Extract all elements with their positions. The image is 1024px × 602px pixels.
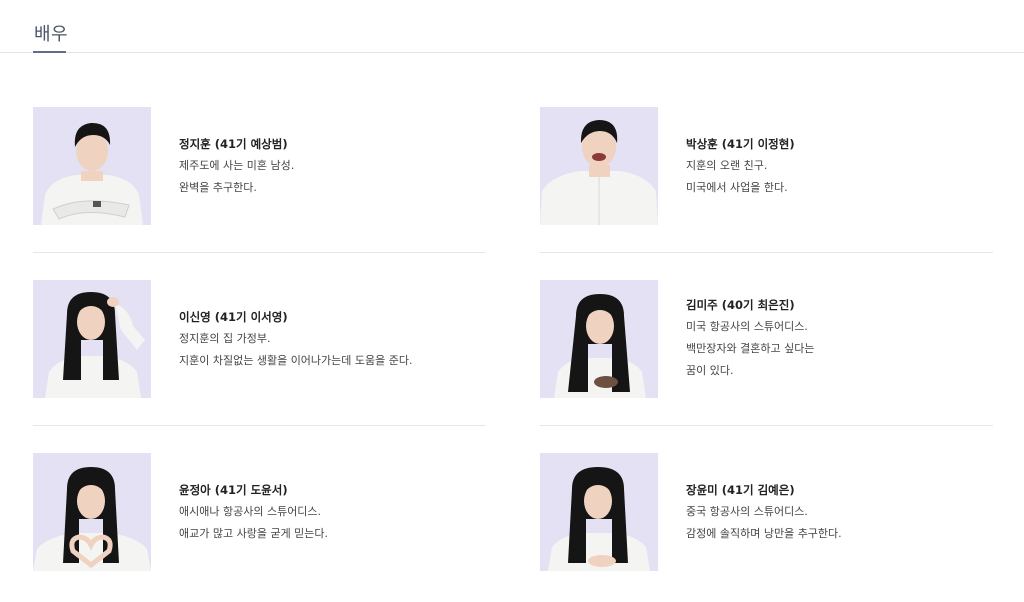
- actor-info: 정지훈 (41기 예상범) 제주도에 사는 미혼 남성. 완벽을 추구한다.: [179, 133, 479, 199]
- section-title: 배우: [34, 24, 69, 45]
- actor-card: 이신영 (41기 이서영) 정지훈의 집 가정부. 지훈이 차질없는 생활을 이…: [33, 280, 486, 398]
- row-divider: [33, 252, 486, 253]
- actor-photo: [540, 280, 658, 398]
- actor-photo: [540, 107, 658, 225]
- row-divider: [540, 425, 993, 426]
- actor-card: 박상훈 (41기 이정현) 지훈의 오랜 친구. 미국에서 사업을 한다.: [540, 107, 993, 225]
- actor-info: 김미주 (40기 최은진) 미국 항공사의 스튜어디스. 백만장자와 결혼하고 …: [686, 294, 986, 382]
- actor-card: 정지훈 (41기 예상범) 제주도에 사는 미혼 남성. 완벽을 추구한다.: [33, 107, 486, 225]
- actor-name: 이신영 (41기 이서영): [179, 310, 288, 324]
- actor-card: 윤정아 (41기 도윤서) 애시애나 항공사의 스튜어디스. 애교가 많고 사랑…: [33, 453, 486, 571]
- actor-description-line: 지훈의 오랜 친구.: [686, 159, 768, 172]
- actor-name: 장윤미 (41기 김예은): [686, 483, 795, 497]
- actor-photo: [33, 107, 151, 225]
- section-header: 배우: [0, 0, 1024, 53]
- actor-name: 정지훈 (41기 예상범): [179, 137, 288, 151]
- actor-description-line: 애시애나 항공사의 스튜어디스.: [179, 505, 322, 518]
- actor-photo: [33, 453, 151, 571]
- actor-description-line: 꿈이 있다.: [686, 364, 734, 377]
- row-divider: [540, 252, 993, 253]
- actor-card: 장윤미 (41기 김예은) 중국 항공사의 스튜어디스. 감정에 솔직하며 낭만…: [540, 453, 993, 571]
- actor-description-line: 애교가 많고 사랑을 굳게 믿는다.: [179, 527, 329, 540]
- actor-description-line: 완벽을 추구한다.: [179, 181, 257, 194]
- actor-info: 윤정아 (41기 도윤서) 애시애나 항공사의 스튜어디스. 애교가 많고 사랑…: [179, 479, 479, 545]
- actor-photo: [540, 453, 658, 571]
- actor-description-line: 지훈이 차질없는 생활을 이어나가는데 도움을 준다.: [179, 354, 413, 367]
- actor-photo: [33, 280, 151, 398]
- title-underline: [33, 51, 66, 53]
- actor-description-line: 제주도에 사는 미혼 남성.: [179, 159, 295, 172]
- actor-description-line: 미국에서 사업을 한다.: [686, 181, 788, 194]
- actor-name: 박상훈 (41기 이정현): [686, 137, 795, 151]
- actor-card: 김미주 (40기 최은진) 미국 항공사의 스튜어디스. 백만장자와 결혼하고 …: [540, 280, 993, 398]
- actor-description-line: 감정에 솔직하며 낭만을 추구한다.: [686, 527, 842, 540]
- actor-info: 박상훈 (41기 이정현) 지훈의 오랜 친구. 미국에서 사업을 한다.: [686, 133, 986, 199]
- actor-description-line: 백만장자와 결혼하고 싶다는: [686, 342, 815, 355]
- actor-name: 김미주 (40기 최은진): [686, 298, 795, 312]
- actor-description-line: 정지훈의 집 가정부.: [179, 332, 271, 345]
- actor-name: 윤정아 (41기 도윤서): [179, 483, 288, 497]
- actor-description-line: 미국 항공사의 스튜어디스.: [686, 320, 808, 333]
- actor-info: 장윤미 (41기 김예은) 중국 항공사의 스튜어디스. 감정에 솔직하며 낭만…: [686, 479, 986, 545]
- actor-description-line: 중국 항공사의 스튜어디스.: [686, 505, 808, 518]
- actor-info: 이신영 (41기 이서영) 정지훈의 집 가정부. 지훈이 차질없는 생활을 이…: [179, 306, 479, 372]
- row-divider: [33, 425, 486, 426]
